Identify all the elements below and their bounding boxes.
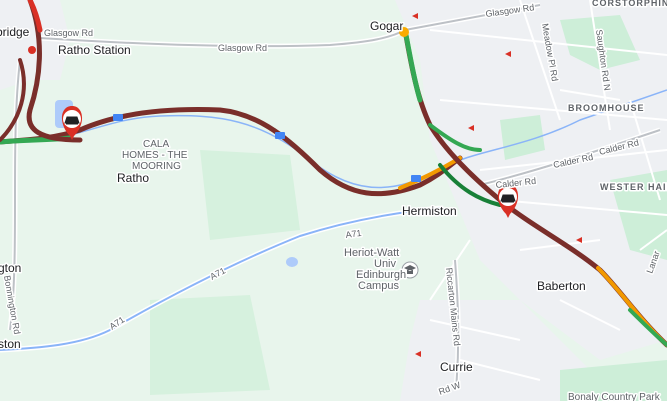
map-canvas[interactable]: Ratho Station Ratho CALA HOMES - THE MOO… [0, 0, 667, 401]
motorway-shield [411, 175, 421, 182]
place-label: Bonaly Country Park [568, 392, 661, 401]
place-label: Hermiston [402, 204, 457, 218]
place-label: CORSTORPHINE [592, 0, 667, 8]
place-label: Baberton [537, 279, 586, 293]
place-label: HOMES - THE [122, 150, 188, 161]
place-label: gton [0, 261, 21, 275]
field-area [200, 150, 300, 240]
place-label: CALA [143, 139, 169, 150]
place-label: ston [0, 337, 21, 351]
field-area [150, 295, 270, 395]
motorway-shield [113, 114, 123, 121]
place-label: Ratho Station [58, 43, 131, 57]
place-label: BROOMHOUSE [568, 103, 645, 113]
traffic-map[interactable]: Ratho Station Ratho CALA HOMES - THE MOO… [0, 0, 667, 401]
place-label: MOORING [132, 161, 181, 172]
motorway-shield [275, 132, 285, 139]
road-label: Glasgow Rd [44, 28, 93, 38]
place-label: Gogar [370, 19, 403, 33]
rail-icon [28, 46, 36, 54]
place-label: bridge [0, 25, 30, 39]
pond [286, 257, 298, 267]
road-label: Glasgow Rd [218, 43, 267, 53]
place-label: WESTER HAILES [600, 182, 667, 192]
place-label: Ratho [117, 171, 149, 185]
place-label: Currie [440, 360, 473, 374]
campus-label: Campus [358, 280, 399, 292]
